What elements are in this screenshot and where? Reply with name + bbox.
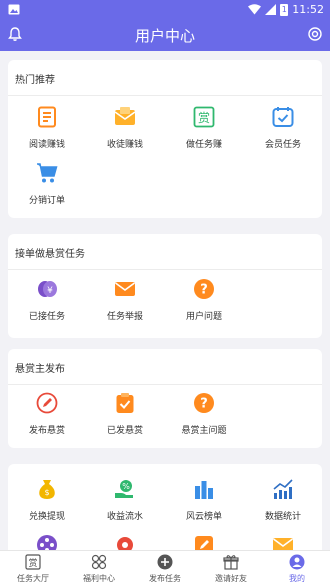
task-report-button[interactable]: 任务举报 — [86, 278, 164, 332]
tile-label: 做任务赚 — [185, 140, 222, 150]
income-icon: % — [115, 480, 133, 498]
settings-icon[interactable] — [307, 26, 323, 42]
nav-invite-friends[interactable]: 邀请好友 — [198, 551, 264, 586]
income-flow-button[interactable]: % 收益流水 — [86, 478, 164, 532]
nav-label: 任务大厅 — [17, 574, 49, 583]
nav-label: 福利中心 — [83, 574, 115, 583]
edit-icon — [36, 392, 58, 414]
tile-label: 会员任务 — [264, 140, 301, 150]
question-icon: ? — [194, 393, 214, 413]
accept-task-card: 接单做悬赏任务 ¥ 已接任务 任务举报 ? 用户问题 — [8, 234, 322, 338]
battery-level: 1 — [281, 4, 287, 14]
user-question-button[interactable]: ? 用户问题 — [165, 278, 243, 332]
envelope-icon — [114, 107, 136, 125]
hot-recommend-title: 热门推荐 — [15, 75, 55, 86]
svg-text:%: % — [122, 482, 130, 491]
publisher-question-button[interactable]: ? 悬赏主问题 — [165, 392, 243, 446]
book-icon — [38, 106, 56, 128]
tile-label: 分销订单 — [28, 196, 65, 206]
bottom-nav: 赏 任务大厅 福利中心 发布任务 邀请好友 我的 — [0, 550, 330, 586]
nav-welfare-center[interactable]: 福利中心 — [66, 551, 132, 586]
tile-label: 悬赏主问题 — [181, 426, 227, 436]
svg-text:¥: ¥ — [47, 286, 53, 296]
status-time: 11:52 — [292, 3, 324, 16]
money-bag-icon: $ — [39, 480, 55, 499]
leaderboard-button[interactable]: 风云榜单 — [165, 478, 243, 532]
add-circle-icon — [157, 554, 173, 570]
accept-task-title: 接单做悬赏任务 — [15, 249, 85, 260]
coins-icon: ¥ — [38, 281, 57, 297]
gallery-icon — [8, 4, 20, 15]
status-bar: 1 11:52 — [0, 0, 330, 20]
divider — [8, 384, 322, 385]
divider — [8, 95, 322, 96]
cart-icon — [37, 163, 58, 183]
nav-label: 发布任务 — [149, 574, 181, 583]
hot-recommend-card: 热门推荐 阅读赚钱 收徒赚钱 赏 做任务赚 会员任务 分销订单 — [8, 60, 322, 218]
tile-label: 数据统计 — [264, 512, 301, 522]
do-task-earn-button[interactable]: 赏 做任务赚 — [165, 106, 243, 160]
nav-task-hall[interactable]: 赏 任务大厅 — [0, 551, 66, 586]
nav-label: 我的 — [289, 574, 305, 583]
app-bar: 用户中心 — [0, 20, 330, 51]
svg-text:?: ? — [200, 283, 208, 298]
tile-label: 收益流水 — [106, 512, 143, 522]
tile-label: 阅读赚钱 — [28, 140, 65, 150]
publish-reward-button[interactable]: 发布悬赏 — [8, 392, 86, 446]
nav-mine[interactable]: 我的 — [264, 551, 330, 586]
publisher-title: 悬赏主发布 — [15, 364, 65, 375]
clipboard-check-icon — [116, 393, 134, 413]
wifi-icon — [248, 4, 262, 15]
recruit-earn-button[interactable]: 收徒赚钱 — [86, 106, 164, 160]
tile-label: 用户问题 — [185, 312, 222, 322]
battery-icon: 1 — [280, 3, 289, 16]
divider — [8, 269, 322, 270]
publisher-card: 悬赏主发布 发布悬赏 已发悬赏 ? 悬赏主问题 — [8, 349, 322, 448]
reward-icon: 赏 — [25, 554, 41, 570]
question-icon: ? — [194, 279, 214, 299]
grid-icon — [91, 554, 107, 570]
bar-chart-icon — [195, 481, 213, 499]
tile-label: 已接任务 — [28, 312, 65, 322]
tile-label: 风云榜单 — [185, 512, 222, 522]
reward-icon: 赏 — [193, 106, 215, 128]
trend-chart-icon — [273, 479, 293, 499]
svg-text:$: $ — [44, 488, 49, 497]
svg-text:赏: 赏 — [198, 111, 210, 125]
published-rewards-button[interactable]: 已发悬赏 — [86, 392, 164, 446]
svg-text:赏: 赏 — [28, 557, 37, 569]
read-earn-button[interactable]: 阅读赚钱 — [8, 106, 86, 160]
svg-text:?: ? — [200, 397, 208, 412]
tile-label: 任务举报 — [106, 312, 143, 322]
tile-label: 已发悬赏 — [106, 426, 143, 436]
nav-label: 邀请好友 — [215, 574, 247, 583]
gift-icon — [223, 555, 239, 570]
exchange-withdraw-button[interactable]: $ 兑换提现 — [8, 478, 86, 532]
nav-publish-task[interactable]: 发布任务 — [132, 551, 198, 586]
calendar-check-icon — [272, 107, 294, 127]
accepted-tasks-button[interactable]: ¥ 已接任务 — [8, 278, 86, 332]
data-statistics-button[interactable]: 数据统计 — [244, 478, 322, 532]
tile-label: 收徒赚钱 — [106, 140, 143, 150]
mail-icon — [115, 282, 135, 296]
tile-label: 发布悬赏 — [28, 426, 65, 436]
member-task-button[interactable]: 会员任务 — [244, 106, 322, 160]
user-icon — [289, 554, 305, 570]
tile-label: 兑换提现 — [28, 512, 65, 522]
distribution-order-button[interactable]: 分销订单 — [8, 162, 86, 216]
signal-icon — [265, 4, 277, 15]
page-title: 用户中心 — [134, 27, 195, 45]
